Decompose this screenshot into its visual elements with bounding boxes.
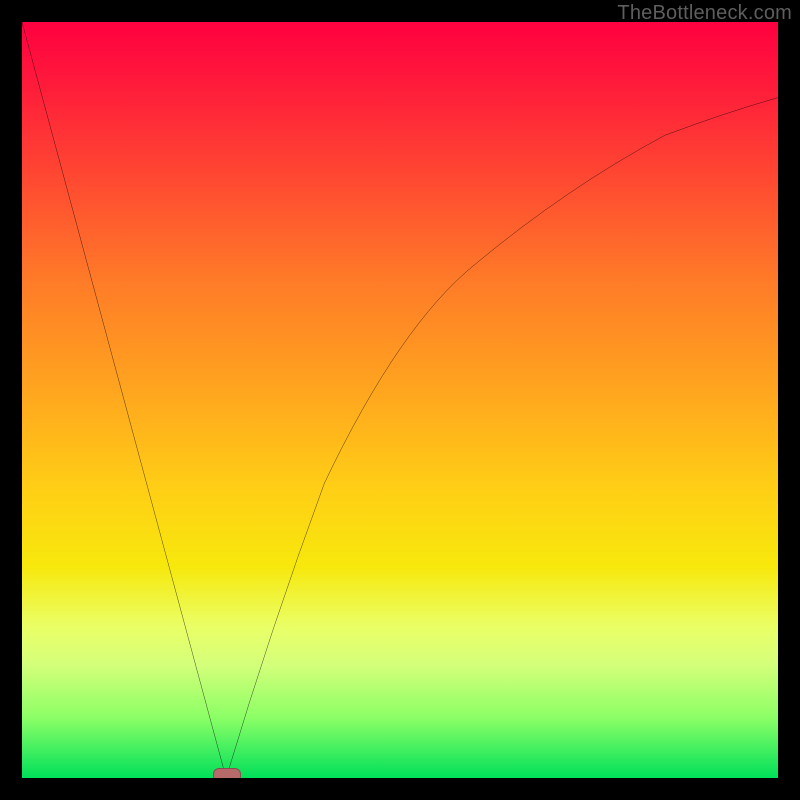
curve-right-limb	[226, 98, 778, 778]
plot-area	[22, 22, 778, 778]
curve-left-limb	[22, 22, 226, 778]
optimal-point-marker	[213, 768, 241, 778]
attribution-text: TheBottleneck.com	[617, 2, 792, 25]
chart-frame: TheBottleneck.com	[0, 0, 800, 800]
bottleneck-curve	[22, 22, 778, 778]
